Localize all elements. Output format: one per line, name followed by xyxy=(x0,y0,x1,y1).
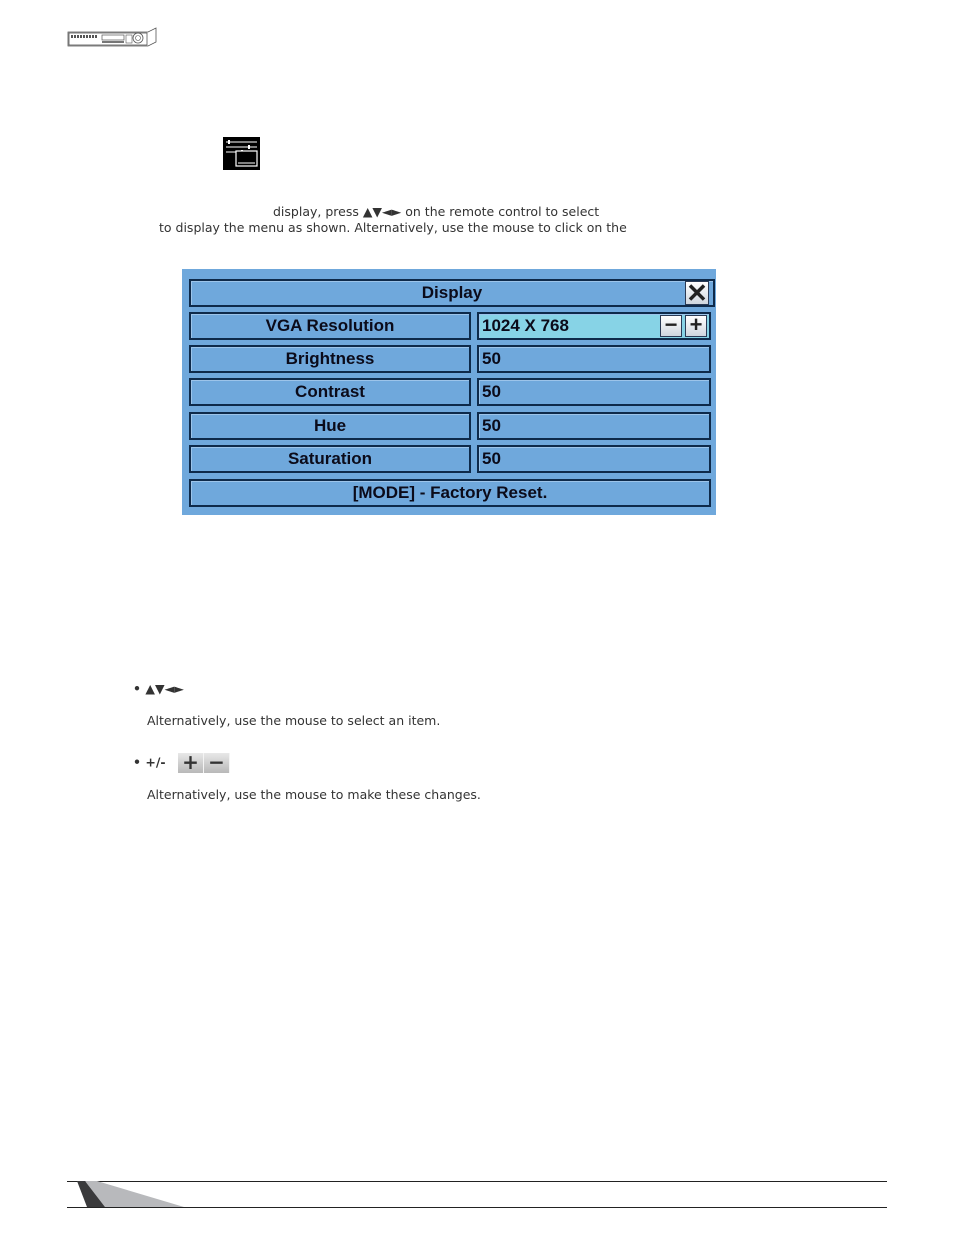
brightness-field[interactable]: 50 xyxy=(477,345,711,373)
minus-icon: − xyxy=(203,752,230,773)
setting-label-contrast: Contrast xyxy=(189,378,471,406)
setting-label-brightness: Brightness xyxy=(189,345,471,373)
decrease-button[interactable]: − xyxy=(660,314,682,337)
footer-rule-bottom xyxy=(67,1207,887,1208)
plus-minus-buttons-image: + − xyxy=(177,752,230,773)
instruction-plus-minus-text: Alternatively, use the mouse to make the… xyxy=(147,787,481,802)
factory-reset-hint: [MODE] - Factory Reset. xyxy=(189,479,711,507)
intro-line-2: to display the menu as shown. Alternativ… xyxy=(159,220,627,235)
close-icon: ✕ xyxy=(686,278,708,308)
setting-label-vga-resolution: VGA Resolution xyxy=(189,312,471,340)
bullet: • xyxy=(133,754,141,770)
dialog-title: Display xyxy=(421,283,483,302)
vga-resolution-value: 1024 X 768 xyxy=(482,316,569,335)
contrast-field[interactable]: 50 xyxy=(477,378,711,406)
arrow-keys-label: ▲▼◄► xyxy=(145,681,184,696)
bullet: • xyxy=(133,681,141,696)
instruction-arrows: • ▲▼◄► xyxy=(133,681,184,696)
hue-field[interactable]: 50 xyxy=(477,412,711,440)
setting-label-hue: Hue xyxy=(189,412,471,440)
instruction-plus-minus: • +/- + − xyxy=(133,752,230,773)
display-menu-icon xyxy=(223,137,260,170)
plus-minus-keys-label: +/- xyxy=(145,754,166,770)
instruction-arrows-text: Alternatively, use the mouse to select a… xyxy=(147,713,441,728)
increase-button[interactable]: + xyxy=(685,314,707,337)
dvr-front-panel-icon xyxy=(66,26,157,48)
intro-line-1: display, press ▲▼◄► on the remote contro… xyxy=(273,204,600,219)
footer-emblem-icon xyxy=(67,1181,197,1207)
close-button[interactable]: ✕ xyxy=(685,278,709,308)
display-settings-dialog: Display ✕ VGA Resolution 1024 X 768 − + … xyxy=(182,269,716,515)
setting-label-saturation: Saturation xyxy=(189,445,471,473)
dialog-title-bar: Display xyxy=(189,279,715,307)
saturation-field[interactable]: 50 xyxy=(477,445,711,473)
plus-icon: + xyxy=(177,752,204,773)
